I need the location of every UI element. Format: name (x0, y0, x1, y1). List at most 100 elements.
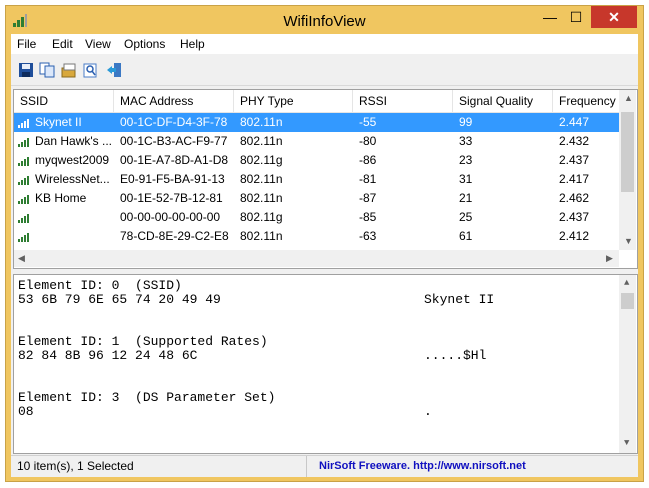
rssi-cell: -55 (359, 115, 377, 129)
ssid-cell (14, 227, 114, 246)
app-window: WifiInfoView — ☐ ✕ File Edit View Option… (5, 5, 644, 482)
list-item[interactable]: myqwest2009 00-1E-A7-8D-A1-D8 802.11g -86 23… (14, 151, 619, 170)
quality-cell: 33 (459, 134, 473, 148)
menu-bar: File Edit View Options Help (11, 34, 638, 54)
list-horizontal-scrollbar[interactable]: ◀ ▶ (14, 250, 619, 267)
ssid-cell: KB Home (35, 191, 87, 205)
phy-cell: 802.11g (240, 210, 283, 224)
rssi-cell: -63 (359, 229, 377, 243)
ssid-cell (14, 208, 114, 227)
column-signal-quality[interactable]: Signal Quality (453, 90, 553, 112)
element-hex-bytes: 08 (18, 404, 34, 419)
menu-help[interactable]: Help (180, 37, 205, 51)
element-ascii: .....$Hl (424, 348, 487, 363)
status-bar: 10 item(s), 1 Selected NirSoft Freeware.… (11, 455, 638, 477)
element-header: Element ID: 3 (DS Parameter Set) (18, 390, 276, 405)
rssi-cell: -86 (359, 153, 377, 167)
ssid-cell: WirelessNet... (35, 172, 110, 186)
list-vertical-scrollbar[interactable]: ▲ ▼ (619, 90, 636, 250)
toolbar (11, 55, 638, 86)
nirsoft-link[interactable]: NirSoft Freeware. http://www.nirsoft.net (311, 456, 631, 477)
phy-cell: 802.11g (240, 153, 283, 167)
element-header: Element ID: 1 (Supported Rates) (18, 334, 268, 349)
quality-cell: 31 (459, 172, 473, 186)
find-icon[interactable] (82, 62, 98, 78)
close-button[interactable]: ✕ (591, 6, 637, 28)
ssid-cell: Dan Hawk's ... (35, 134, 112, 148)
ssid-cell: myqwest2009 (35, 153, 110, 167)
exit-icon[interactable] (106, 62, 122, 78)
scroll-down-icon[interactable]: ▼ (624, 438, 629, 448)
scroll-thumb[interactable] (621, 112, 634, 192)
rssi-cell: -87 (359, 191, 377, 205)
scroll-up-icon[interactable]: ▲ (624, 93, 633, 103)
element-hex-bytes: 82 84 8B 96 12 24 48 6C (18, 348, 198, 363)
title-bar[interactable]: WifiInfoView — ☐ ✕ (6, 6, 643, 34)
phy-cell: 802.11n (240, 229, 283, 243)
element-hex-bytes: 53 6B 79 6E 65 74 20 49 49 (18, 292, 221, 307)
quality-cell: 21 (459, 191, 473, 205)
element-ascii: . (424, 404, 432, 419)
mac-cell: 00-1C-DF-D4-3F-78 (120, 115, 228, 129)
mac-cell: 78-CD-8E-29-C2-E8 (120, 229, 229, 243)
rssi-cell: -80 (359, 134, 377, 148)
mac-cell: 00-1E-A7-8D-A1-D8 (120, 153, 229, 167)
element-detail-pane[interactable]: Element ID: 0 (SSID) 53 6B 79 6E 65 74 20… (13, 274, 638, 454)
menu-file[interactable]: File (17, 37, 36, 51)
rssi-cell: -85 (359, 210, 377, 224)
mac-cell: 00-1E-52-7B-12-81 (120, 191, 223, 205)
frequency-cell: 2.432 (559, 134, 590, 148)
column-frequency[interactable]: Frequency (553, 90, 619, 112)
column-phy-type[interactable]: PHY Type (234, 90, 353, 112)
phy-cell: 802.11n (240, 191, 283, 205)
list-header: SSID MAC Address PHY Type RSSI Signal Qu… (14, 90, 619, 113)
quality-cell: 99 (459, 115, 473, 129)
list-item[interactable]: Skynet II 00-1C-DF-D4-3F-78 802.11n -55 99 2.… (14, 113, 619, 132)
scroll-thumb[interactable] (621, 293, 634, 309)
scroll-up-icon[interactable]: ▲ (624, 278, 629, 288)
quality-cell: 25 (459, 210, 473, 224)
mac-cell: 00-1C-B3-AC-F9-77 (120, 134, 228, 148)
menu-view[interactable]: View (85, 37, 111, 51)
network-list[interactable]: SSID MAC Address PHY Type RSSI Signal Qu… (13, 89, 638, 269)
list-item[interactable]: 00-00-00-00-00-00 802.11g -85 25 2.437 (14, 208, 619, 227)
mac-cell: 00-00-00-00-00-00 (120, 210, 221, 224)
client-area: File Edit View Options Help SSID MAC Add… (11, 34, 638, 477)
frequency-cell: 2.447 (559, 115, 590, 129)
maximize-button[interactable]: ☐ (563, 6, 589, 28)
phy-cell: 802.11n (240, 172, 283, 186)
scroll-right-icon[interactable]: ▶ (606, 253, 613, 264)
minimize-button[interactable]: — (537, 6, 563, 28)
frequency-cell: 2.437 (559, 153, 590, 167)
list-item[interactable]: 78-CD-8E-29-C2-E8 802.11n -63 61 2.412 (14, 227, 619, 246)
copy-icon[interactable] (39, 62, 55, 78)
properties-icon[interactable] (61, 62, 77, 78)
item-count-status: 10 item(s), 1 Selected (11, 456, 307, 477)
quality-cell: 61 (459, 229, 473, 243)
detail-vertical-scrollbar[interactable]: ▲ ▼ (619, 275, 636, 453)
phy-cell: 802.11n (240, 115, 283, 129)
frequency-cell: 2.437 (559, 210, 590, 224)
frequency-cell: 2.417 (559, 172, 590, 186)
scroll-down-icon[interactable]: ▼ (624, 236, 633, 246)
list-item[interactable]: Dan Hawk's ... 00-1C-B3-AC-F9-77 802.11n -8… (14, 132, 619, 151)
menu-edit[interactable]: Edit (52, 37, 73, 51)
frequency-cell: 2.412 (559, 229, 590, 243)
list-item[interactable]: KB Home 00-1E-52-7B-12-81 802.11n -87 21 2.46… (14, 189, 619, 208)
element-ascii: Skynet II (424, 292, 495, 307)
list-item[interactable]: WirelessNet... E0-91-F5-BA-91-13 802.11n -8… (14, 170, 619, 189)
column-ssid[interactable]: SSID (14, 90, 114, 112)
quality-cell: 23 (459, 153, 473, 167)
pane-splitter[interactable] (11, 269, 638, 273)
rssi-cell: -81 (359, 172, 377, 186)
mac-cell: E0-91-F5-BA-91-13 (120, 172, 225, 186)
column-mac-address[interactable]: MAC Address (114, 90, 234, 112)
ssid-cell: Skynet II (35, 115, 82, 129)
menu-options[interactable]: Options (124, 37, 165, 51)
element-header: Element ID: 0 (SSID) (18, 278, 182, 293)
column-rssi[interactable]: RSSI (353, 90, 453, 112)
scroll-left-icon[interactable]: ◀ (18, 253, 25, 264)
save-icon[interactable] (18, 62, 34, 78)
phy-cell: 802.11n (240, 134, 283, 148)
frequency-cell: 2.462 (559, 191, 590, 205)
